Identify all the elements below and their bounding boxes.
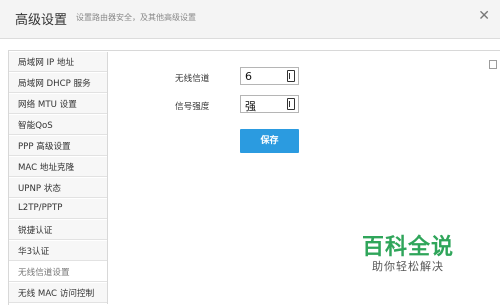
sidebar-item-label: 锐捷认证 <box>18 226 53 236</box>
sidebar-item-label: 局域网 IP 地址 <box>18 58 75 68</box>
sidebar-item-label: 无线信道设置 <box>18 268 70 278</box>
watermark-subtitle: 助你轻松解决 <box>372 260 444 273</box>
scrollbar[interactable] <box>489 60 497 69</box>
sidebar-item-ruijie[interactable]: 锐捷认证 <box>9 220 107 240</box>
sidebar-item-label: L2TP/PPTP <box>18 203 63 213</box>
page-title: 高级设置 <box>15 13 68 28</box>
sidebar-item-label: 网络 MTU 设置 <box>18 100 77 110</box>
sidebar-item-label: 局域网 DHCP 服务 <box>18 79 91 89</box>
sidebar-item-upnp[interactable]: UPNP 状态 <box>9 178 107 198</box>
sidebar-item-mac-clone[interactable]: MAC 地址克隆 <box>9 157 107 177</box>
sidebar-item-h3c[interactable]: 华3认证 <box>9 241 107 261</box>
channel-value: 6 <box>245 70 252 83</box>
channel-label: 无线信道 <box>175 74 210 84</box>
sidebar-item-lan-dhcp[interactable]: 局域网 DHCP 服务 <box>9 73 107 93</box>
sidebar-item-mtu[interactable]: 网络 MTU 设置 <box>9 94 107 114</box>
sidebar-item-label: MAC 地址克隆 <box>18 163 75 173</box>
header-bar: 高级设置 设置路由器安全，及其他高级设置 ✕ <box>0 0 500 39</box>
close-icon[interactable]: ✕ <box>478 9 490 23</box>
channel-select[interactable]: 6 <box>240 67 299 85</box>
sidebar-item-ppp[interactable]: PPP 高级设置 <box>9 136 107 156</box>
sidebar-item-lan-ip[interactable]: 局域网 IP 地址 <box>9 52 107 72</box>
sidebar-item-label: 无线 MAC 访问控制 <box>18 289 95 299</box>
signal-value: 强 <box>245 100 256 113</box>
sidebar-item-wireless-channel[interactable]: 无线信道设置 <box>9 262 107 282</box>
sidebar-item-wireless-mac[interactable]: 无线 MAC 访问控制 <box>9 283 107 303</box>
signal-label: 信号强度 <box>175 102 210 112</box>
sidebar-item-label: UPNP 状态 <box>18 184 62 194</box>
sidebar: 局域网 IP 地址 局域网 DHCP 服务 网络 MTU 设置 智能QoS PP… <box>9 52 108 304</box>
sidebar-item-label: 华3认证 <box>18 247 50 257</box>
save-button[interactable]: 保存 <box>240 129 299 153</box>
watermark-title: 百科全说 <box>362 235 455 260</box>
sidebar-item-label: PPP 高级设置 <box>18 142 71 152</box>
sidebar-item-l2tp[interactable]: L2TP/PPTP <box>9 199 107 219</box>
sidebar-item-label: 智能QoS <box>18 121 53 131</box>
sidebar-item-qos[interactable]: 智能QoS <box>9 115 107 135</box>
dropdown-icon <box>287 70 295 82</box>
signal-select[interactable]: 强 <box>240 95 299 113</box>
dropdown-icon <box>287 98 295 110</box>
page-subtitle: 设置路由器安全，及其他高级设置 <box>76 13 196 22</box>
